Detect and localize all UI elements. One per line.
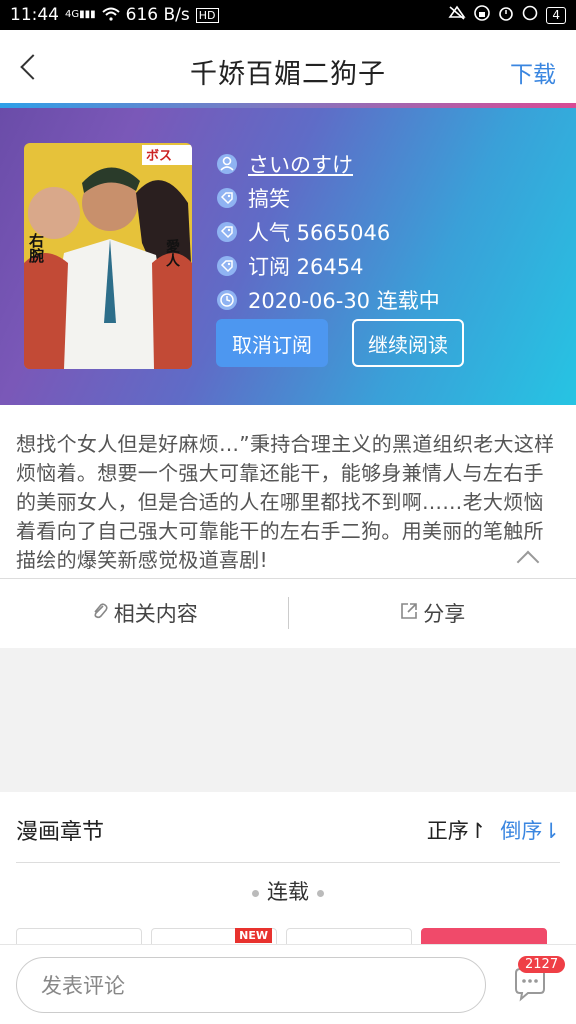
person-icon: [216, 153, 238, 175]
clock-icon: [216, 289, 238, 311]
tag-icon: [216, 255, 238, 277]
network-signal-icon: 4G▮▮▮: [65, 9, 96, 20]
comic-hero: ボス 右腕 愛人 さいのすけ 搞笑 人气 5665046 订阅 26454 20…: [0, 103, 576, 405]
popularity-row: 人气 5665046: [216, 215, 440, 249]
related-content-button[interactable]: 相关内容: [0, 598, 288, 628]
author-row[interactable]: さいのすけ: [216, 147, 440, 181]
chapter-group-label: 连载: [0, 876, 576, 906]
continue-reading-button[interactable]: 继续阅读: [352, 319, 464, 367]
hd-icon: HD: [195, 7, 219, 23]
comment-input[interactable]: 发表评论: [16, 957, 486, 1013]
subscriptions-text: 订阅 26454: [248, 255, 364, 279]
comment-bar: 发表评论: [0, 944, 576, 1024]
tag-icon: [216, 221, 238, 243]
tag-icon: [216, 187, 238, 209]
sort-ascending-button[interactable]: 正序↾: [427, 815, 487, 845]
share-button[interactable]: 分享: [289, 598, 576, 628]
comic-cover[interactable]: ボス 右腕 愛人: [24, 143, 192, 369]
svg-text:ボス: ボス: [146, 148, 172, 164]
unsubscribe-button[interactable]: 取消订阅: [216, 319, 328, 367]
circle-status-icon: [522, 5, 538, 25]
hero-buttons: 取消订阅 继续阅读: [216, 319, 464, 367]
collapse-chevron-up-icon[interactable]: [514, 548, 544, 566]
genre-text: 搞笑: [248, 187, 290, 211]
action-bar: 相关内容 分享: [0, 578, 576, 648]
divider: [16, 862, 560, 863]
sort-descending-button[interactable]: 倒序⇂: [500, 815, 560, 845]
wifi-icon: [101, 7, 120, 24]
sort-toggle: 正序↾ 倒序⇂: [427, 815, 560, 845]
comic-info: さいのすけ 搞笑 人气 5665046 订阅 26454 2020-06-30 …: [216, 147, 440, 317]
clock: 11:44: [10, 5, 59, 25]
comic-description: 想找个女人但是好麻烦…”秉持合理主义的黑道组织老大这样烦恼着。想要一个强大可靠还…: [16, 432, 555, 572]
author-link[interactable]: さいのすけ: [248, 149, 353, 179]
accent-strip: [0, 103, 576, 108]
network-speed: 616 B/s: [125, 5, 190, 25]
popularity-text: 人气 5665046: [248, 221, 391, 245]
new-badge: NEW: [235, 928, 272, 943]
blank-panel: [0, 648, 576, 792]
share-icon: [399, 601, 419, 626]
nav-bar: 千娇百媚二狗子 下载: [0, 30, 576, 106]
subscriptions-row: 订阅 26454: [216, 249, 440, 283]
status-bar: 11:44 4G▮▮▮ 616 B/s HD 4: [0, 0, 576, 30]
alarm-icon: [498, 5, 514, 25]
chapter-header: 漫画章节 正序↾ 倒序⇂: [16, 810, 560, 850]
paperclip-icon: [90, 601, 110, 626]
chapter-section-title: 漫画章节: [16, 820, 105, 845]
update-text: 2020-06-30 连载中: [248, 289, 440, 313]
related-label: 相关内容: [113, 602, 198, 626]
svg-text:右腕: 右腕: [27, 232, 45, 264]
share-label: 分享: [423, 602, 466, 626]
genre-row: 搞笑: [216, 181, 440, 215]
download-button[interactable]: 下载: [510, 55, 556, 89]
lock-icon: [474, 5, 491, 25]
comment-count-badge: 2127: [518, 956, 566, 973]
dot-icon: [252, 889, 259, 897]
update-row: 2020-06-30 连载中: [216, 283, 440, 317]
battery-icon: 4: [546, 6, 566, 24]
page-title: 千娇百媚二狗子: [190, 59, 386, 90]
mute-icon: [448, 5, 466, 25]
dot-icon: [317, 889, 324, 897]
svg-text:愛人: 愛人: [164, 238, 180, 267]
